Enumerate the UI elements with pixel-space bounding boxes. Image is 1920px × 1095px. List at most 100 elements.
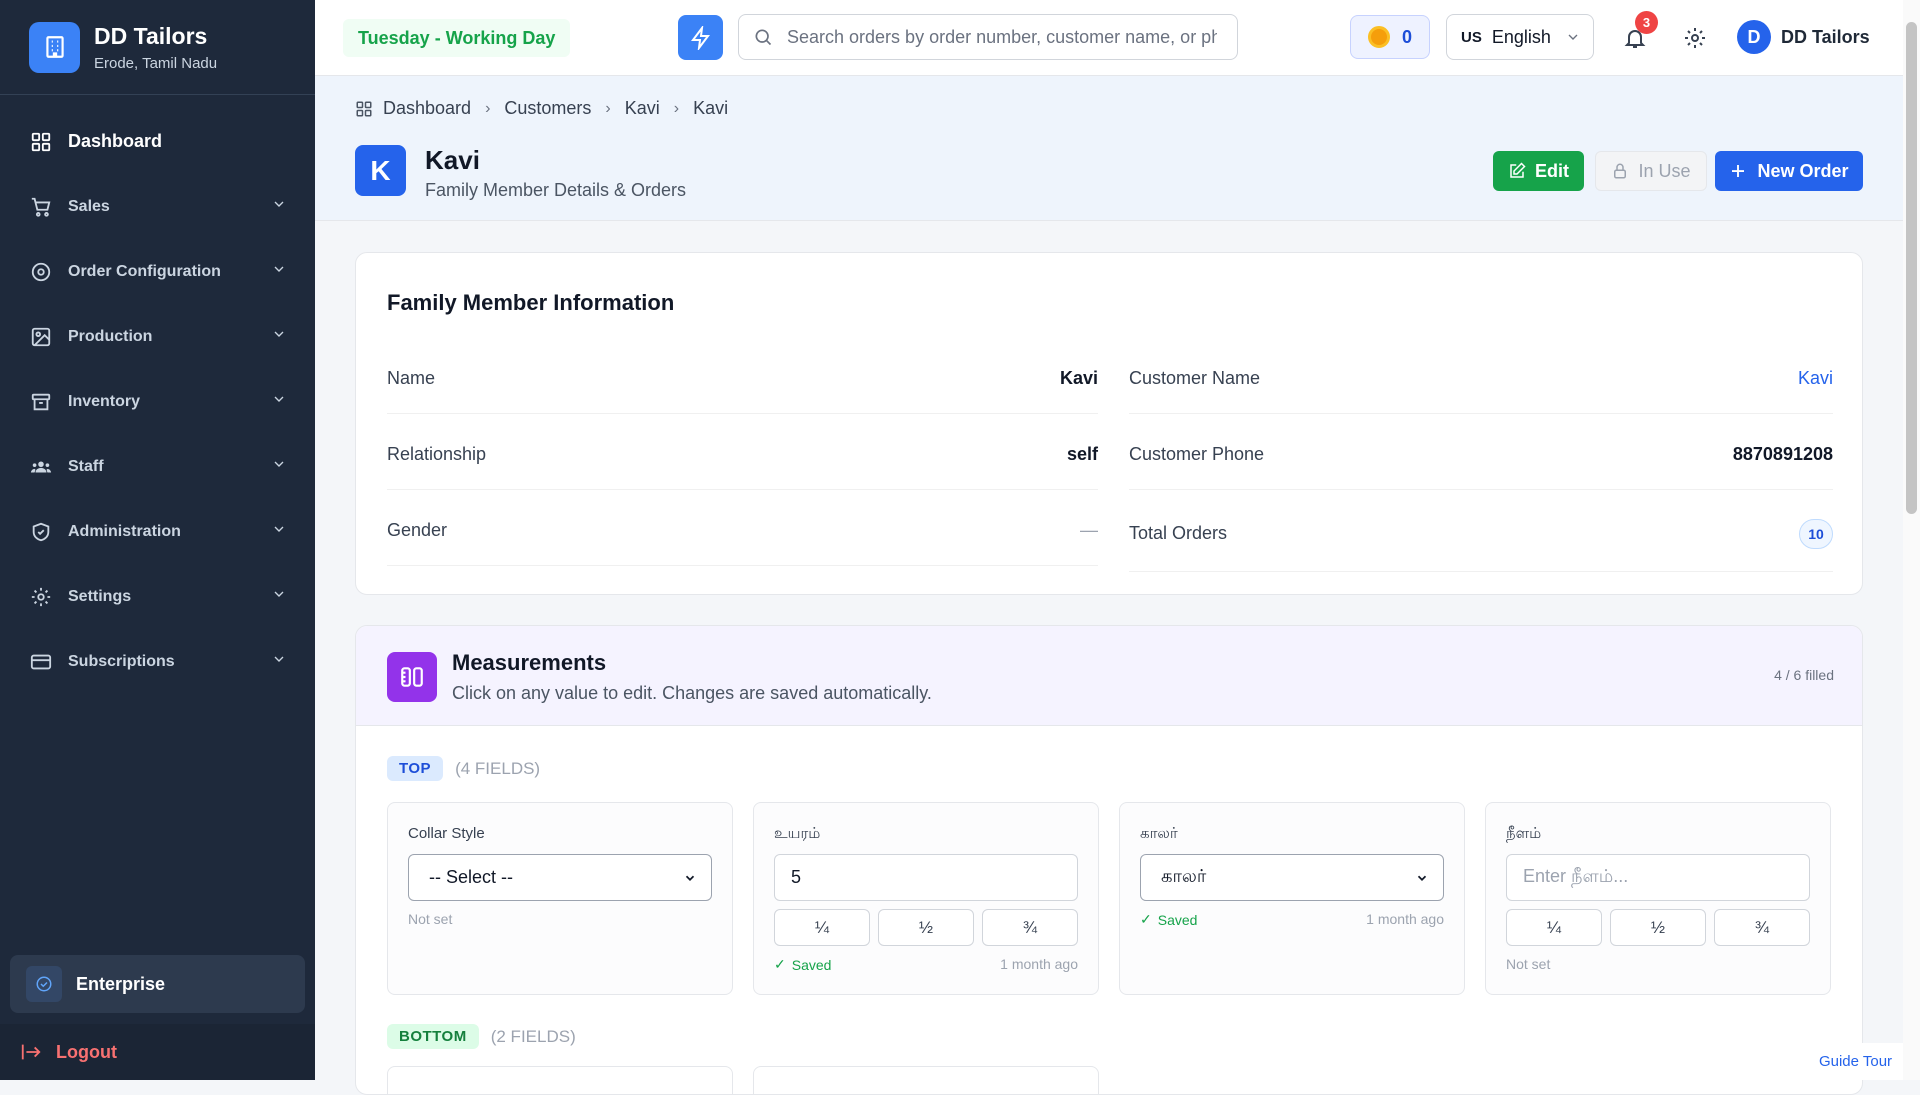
sidebar-item-inventory[interactable]: Inventory	[0, 369, 315, 434]
field-label: நீளம்	[1506, 825, 1542, 842]
building-icon	[29, 21, 80, 73]
field-label: உயரம்	[774, 825, 821, 842]
edit-button[interactable]: Edit	[1493, 151, 1584, 191]
sidebar-item-label: Administration	[68, 522, 181, 540]
info-label: Customer Phone	[1129, 444, 1265, 464]
select-value: -- Select --	[429, 867, 514, 887]
sidebar-item-staff[interactable]: Staff	[0, 434, 315, 499]
sidebar-item-administration[interactable]: Administration	[0, 499, 315, 564]
sidebar-item-label: Production	[68, 327, 153, 345]
info-label: Total Orders	[1129, 523, 1228, 543]
family-member-info-card: Family Member Information Name Kavi Rela…	[355, 252, 1863, 595]
sidebar-item-production[interactable]: Production	[0, 304, 315, 369]
breadcrumb-dashboard[interactable]: Dashboard	[383, 98, 471, 119]
breadcrumb: Dashboard › Customers › Kavi › Kavi	[355, 98, 728, 119]
fraction-three-quarter-button[interactable]: ¾	[982, 909, 1078, 946]
breadcrumb-customers[interactable]: Customers	[504, 98, 591, 119]
brand-title: DD Tailors	[94, 22, 208, 49]
coins-balance[interactable]: 0	[1350, 15, 1430, 59]
sidebar-item-label: Inventory	[68, 392, 141, 410]
fraction-half-button[interactable]: ½	[878, 909, 974, 946]
flag-code: US	[1461, 28, 1482, 46]
shield-icon	[28, 519, 54, 545]
length-input[interactable]: Enter நீளம்...	[1506, 854, 1810, 901]
select-value: காலர்	[1161, 866, 1207, 886]
plan-badge[interactable]: Enterprise	[10, 955, 305, 1013]
gear-icon	[1683, 26, 1707, 50]
measurement-field-length: நீளம் Enter நீளம்... ¼ ½ ¾ Not set	[1485, 802, 1831, 995]
info-card-title: Family Member Information	[387, 290, 675, 315]
guide-tour-button[interactable]: Guide Tour	[1808, 1043, 1903, 1080]
customer-name-link[interactable]: Kavi	[1798, 368, 1833, 389]
brand-subtitle: Erode, Tamil Nadu	[94, 54, 218, 72]
height-input[interactable]: 5	[774, 854, 1078, 901]
sidebar-item-order-configuration[interactable]: Order Configuration	[0, 239, 315, 304]
quick-action-button[interactable]	[678, 15, 723, 60]
topbar: Tuesday - Working Day 0 US English 3 D D…	[315, 0, 1903, 76]
fraction-half-button[interactable]: ½	[1610, 909, 1706, 946]
edit-label: Edit	[1535, 160, 1569, 181]
notification-count: 3	[1635, 11, 1658, 34]
group-bottom-header: BOTTOM (2 FIELDS)	[387, 1024, 576, 1049]
breadcrumb-customer[interactable]: Kavi	[625, 98, 660, 119]
fraction-quarter-button[interactable]: ¼	[1506, 909, 1602, 946]
chevron-down-icon	[683, 871, 697, 885]
measurement-field-collar-style: Collar Style -- Select -- Not set	[387, 802, 733, 995]
measurement-field-height: உயரம் 5 ¼ ½ ¾ ✓ Saved 1 month ago	[753, 802, 1099, 995]
field-updated-time: 1 month ago	[1000, 956, 1078, 972]
collar-style-select[interactable]: -- Select --	[408, 854, 712, 901]
field-status: ✓ Saved	[1140, 911, 1197, 928]
measurements-card: Measurements Click on any value to edit.…	[355, 625, 1863, 1095]
working-day-badge: Tuesday - Working Day	[343, 19, 571, 57]
member-initial-badge: K	[355, 145, 406, 196]
info-value: self	[1066, 444, 1098, 464]
plus-icon	[1729, 162, 1747, 180]
field-status: Not set	[408, 911, 453, 927]
group-tag-top: TOP	[387, 756, 444, 781]
search-box	[738, 14, 1238, 60]
sidebar-item-sales[interactable]: Sales	[0, 174, 315, 239]
chevron-right-icon: ›	[605, 99, 611, 117]
language-label: English	[1491, 26, 1551, 47]
plan-label: Enterprise	[76, 973, 166, 994]
chevron-down-icon	[271, 651, 287, 672]
language-select[interactable]: US English	[1446, 14, 1594, 60]
sidebar-item-label: Order Configuration	[68, 262, 221, 280]
group-field-count: (4 FIELDS)	[455, 758, 541, 778]
user-menu[interactable]: D DD Tailors	[1737, 20, 1870, 54]
lightning-icon	[689, 25, 713, 50]
fraction-quarter-button[interactable]: ¼	[774, 909, 870, 946]
scrollbar-thumb[interactable]	[1906, 22, 1917, 514]
info-value: —	[1080, 520, 1098, 540]
status-text: Saved	[1157, 911, 1198, 928]
field-updated-time: 1 month ago	[1366, 911, 1444, 927]
image-icon	[28, 324, 54, 350]
sidebar: DD Tailors Erode, Tamil Nadu Dashboard S…	[0, 0, 315, 1080]
coins-value: 0	[1401, 26, 1412, 47]
new-order-button[interactable]: New Order	[1715, 151, 1863, 191]
info-row-customer-phone: Customer Phone 8870891208	[1129, 420, 1833, 490]
sidebar-item-settings[interactable]: Settings	[0, 564, 315, 629]
breadcrumb-current: Kavi	[693, 98, 729, 118]
fraction-three-quarter-button[interactable]: ¾	[1714, 909, 1810, 946]
in-use-button[interactable]: In Use	[1595, 151, 1707, 191]
search-icon	[753, 27, 773, 47]
collar-select[interactable]: காலர்	[1140, 854, 1444, 901]
sidebar-nav: Dashboard Sales Order Configuration Prod…	[0, 95, 315, 694]
page-title: Kavi	[425, 145, 480, 175]
sidebar-item-dashboard[interactable]: Dashboard	[0, 109, 315, 174]
page-header: Dashboard › Customers › Kavi › Kavi K Ka…	[315, 76, 1903, 221]
settings-button[interactable]	[1675, 18, 1715, 58]
field-label: Collar Style	[408, 825, 485, 842]
chevron-down-icon	[271, 261, 287, 282]
sidebar-item-subscriptions[interactable]: Subscriptions	[0, 629, 315, 694]
info-row-gender: Gender —	[387, 496, 1098, 566]
chevron-down-icon	[1415, 871, 1429, 885]
sidebar-item-label: Subscriptions	[68, 652, 175, 670]
info-label: Gender	[387, 520, 448, 540]
grid-icon	[28, 129, 54, 155]
total-orders-badge: 10	[1799, 518, 1833, 549]
search-input[interactable]	[787, 26, 1217, 48]
info-value: Kavi	[1059, 368, 1098, 388]
logout-button[interactable]: Logout	[0, 1024, 315, 1080]
